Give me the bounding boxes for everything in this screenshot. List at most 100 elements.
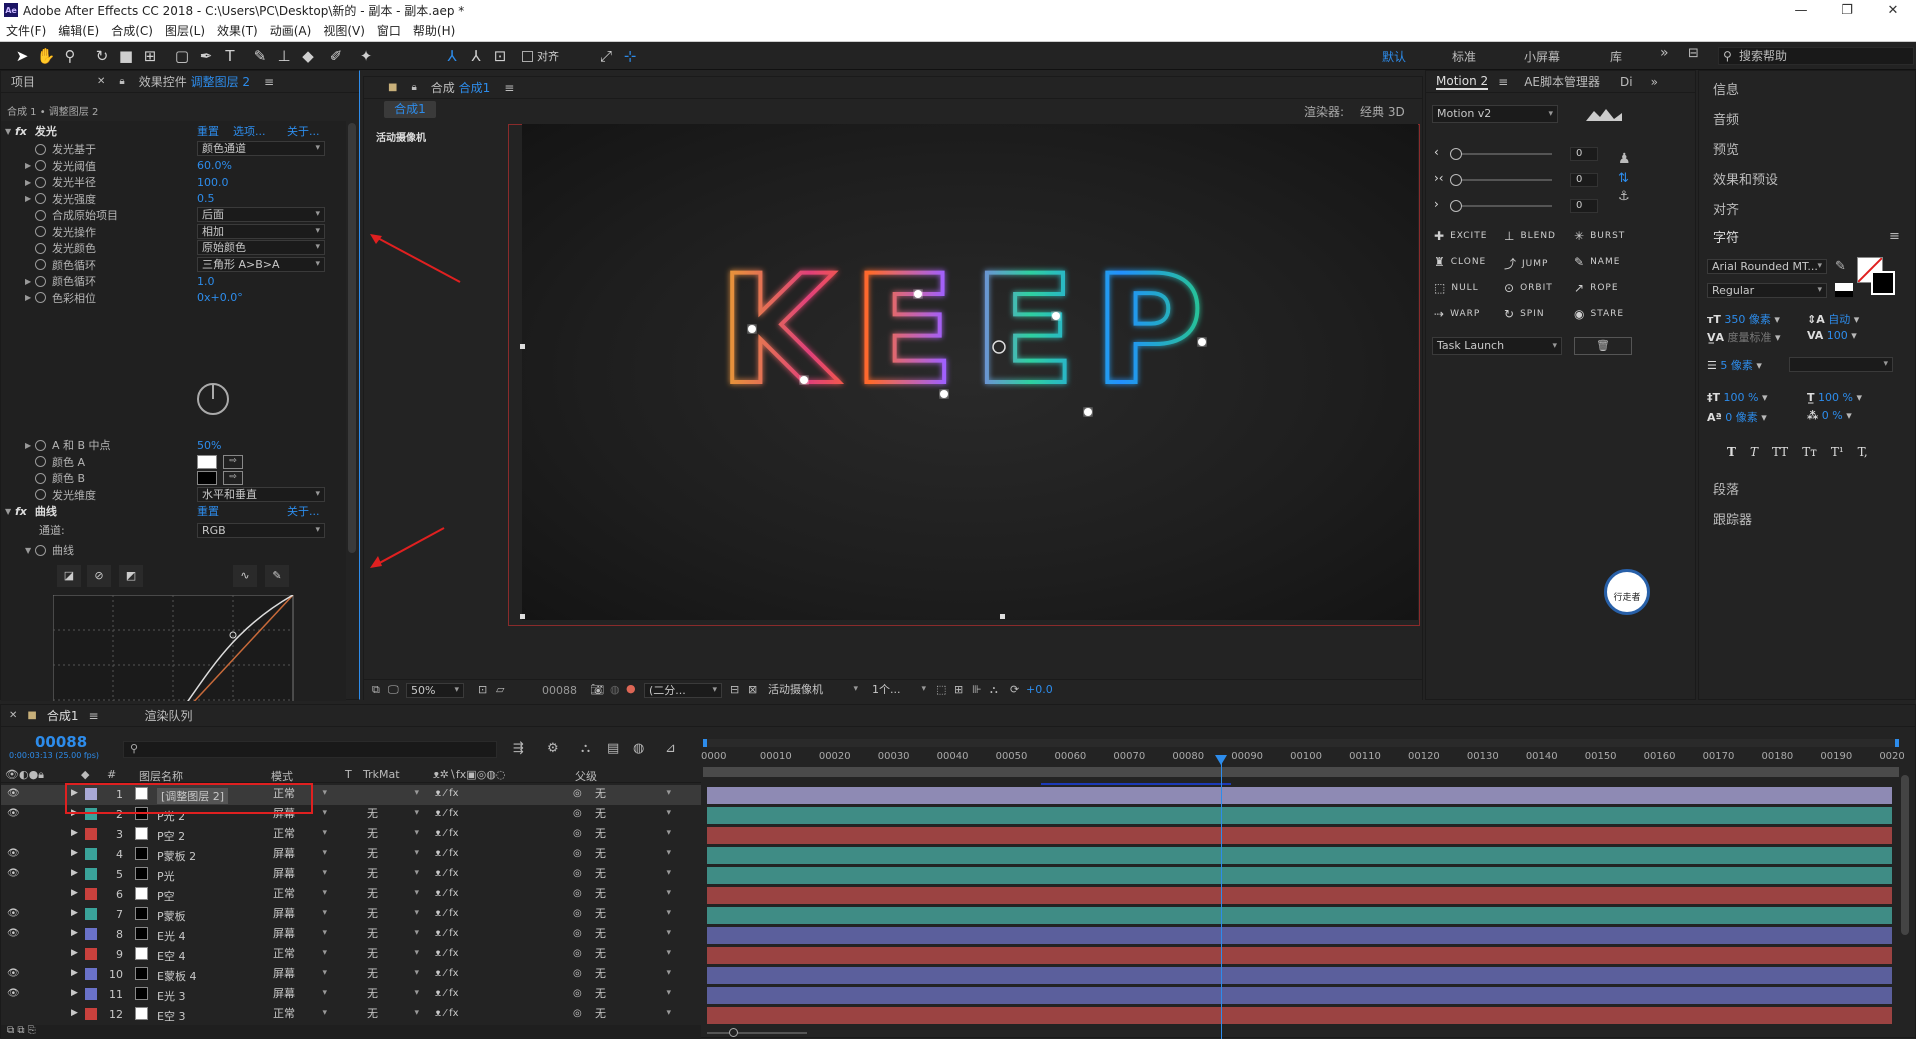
playhead[interactable] — [1215, 755, 1228, 1039]
fx-glow-reset[interactable]: 重置 — [197, 122, 219, 140]
motion-name-button[interactable]: ✎ NAME — [1574, 255, 1620, 269]
tab-effect-controls[interactable]: 效果控件 调整图层 2 — [139, 73, 250, 90]
curve-open-icon[interactable]: ◩ — [119, 565, 143, 587]
layer-duration-bar[interactable] — [707, 1007, 1892, 1024]
motion-blur-icon[interactable]: ◍ — [633, 741, 644, 756]
layer-duration-bar[interactable] — [707, 967, 1892, 984]
eraser-tool-icon[interactable]: ◆ — [298, 46, 318, 66]
stopwatch-icon[interactable] — [35, 209, 46, 221]
lock-icon[interactable]: 🔒︎ — [119, 76, 124, 87]
stopwatch-icon[interactable] — [35, 544, 46, 556]
motion-slider[interactable] — [1456, 153, 1552, 155]
layer-duration-bar[interactable] — [707, 867, 1892, 884]
slider-knob[interactable] — [1450, 148, 1462, 160]
leading-field[interactable]: ⇕A 自动 ▾ — [1807, 311, 1859, 327]
black-white-icon[interactable] — [1835, 283, 1853, 297]
tab-di[interactable]: Di — [1620, 75, 1633, 89]
font-family-select[interactable]: Arial Rounded MT... — [1707, 259, 1827, 274]
stroke-color-swatch[interactable] — [1871, 271, 1895, 295]
workspace-default[interactable]: 默认 — [1382, 48, 1406, 65]
panel-menu-icon[interactable]: ≡ — [264, 75, 274, 89]
horizontal-scale-field[interactable]: T̲ 100 % ▾ — [1807, 391, 1862, 404]
tab-timeline-comp[interactable]: 合成1 — [47, 707, 79, 724]
motion-burst-button[interactable]: ✳ BURST — [1574, 229, 1625, 243]
work-area-bar[interactable] — [703, 739, 1899, 747]
tracker-panel-tab[interactable]: 跟踪器 — [1713, 509, 1752, 528]
stopwatch-icon[interactable] — [35, 176, 46, 188]
stopwatch-icon[interactable] — [35, 226, 46, 237]
show-snapshot-icon[interactable]: ◍ — [610, 683, 620, 696]
anchor-handle-left[interactable] — [520, 344, 525, 349]
camera-tool-icon[interactable]: ■ — [116, 46, 136, 66]
menu-item-4[interactable]: 效果(T) — [211, 22, 264, 39]
slider-value[interactable]: 0 — [1570, 147, 1598, 161]
pin-icon[interactable]: ♟ — [1618, 151, 1631, 167]
tab-ae-script-manager[interactable]: AE脚本管理器 — [1524, 73, 1600, 90]
anchor-icon[interactable]: ⚓︎ — [1618, 189, 1630, 204]
time-ruler[interactable]: 0000 00010 00020 00030 00040 00050 00060 00070 0… — [701, 749, 1905, 767]
expand-arrow-icon[interactable]: ▶ — [25, 441, 35, 450]
search-help-input[interactable]: ⚲ 搜索帮助 — [1718, 47, 1914, 65]
motion-preset-select[interactable]: Motion v2 — [1432, 105, 1558, 123]
viewer-menu-icon[interactable]: ≡ — [504, 81, 514, 95]
tab-motion[interactable]: Motion 2 — [1436, 74, 1489, 90]
motion-slider[interactable] — [1456, 179, 1552, 181]
timeline-icon[interactable]: ⊪ — [972, 683, 982, 696]
curve-channel-icon[interactable]: ◪ — [57, 565, 81, 587]
tab-project[interactable]: 项目 — [11, 73, 35, 90]
effect-prop-select[interactable]: 后面 — [197, 207, 325, 222]
stopwatch-icon[interactable] — [35, 472, 46, 484]
rectangle-tool-icon[interactable]: ▢ — [172, 46, 192, 66]
preview-panel-tab[interactable]: 预览 — [1713, 139, 1739, 158]
stroke-width-field[interactable]: ☰ 5 像素 ▾ — [1707, 357, 1762, 373]
channel-icon[interactable]: ● — [626, 682, 636, 695]
motion-graph-icon[interactable] — [1584, 107, 1624, 123]
snap-option-icon[interactable]: ⤢ — [596, 46, 616, 66]
info-panel-tab[interactable]: 信息 — [1713, 79, 1739, 98]
curve-reset-icon[interactable]: ⊘ — [87, 565, 111, 587]
timeline-close-icon[interactable]: ✕ — [9, 710, 17, 721]
superscript-button[interactable]: T¹ — [1831, 445, 1844, 459]
transparency-grid-icon[interactable]: ⊠ — [748, 683, 757, 696]
effect-prop-row[interactable]: ▶ 发光强度 — [25, 190, 96, 208]
effect-prop-value[interactable]: 50% — [197, 436, 221, 454]
tab-render-queue[interactable]: 渲染队列 — [145, 707, 193, 724]
stroke-order-select[interactable] — [1789, 357, 1893, 372]
paragraph-panel-tab[interactable]: 段落 — [1713, 479, 1739, 498]
color-phase-dial[interactable] — [197, 383, 229, 415]
slider-value[interactable]: 0 — [1570, 199, 1598, 213]
kerning-field[interactable]: V̲A 度量标准 ▾ — [1707, 329, 1781, 345]
zoom-tool-icon[interactable]: ⚲ — [60, 46, 80, 66]
motion-rope-button[interactable]: ↗ ROPE — [1574, 281, 1619, 295]
slider-knob[interactable] — [1450, 174, 1462, 186]
effect-prop-value[interactable]: 0x+0.0° — [197, 289, 243, 307]
menu-item-5[interactable]: 动画(A) — [264, 22, 318, 39]
zoom-select[interactable]: 50% — [406, 683, 464, 698]
motion-slider[interactable] — [1456, 205, 1552, 207]
stopwatch-icon[interactable] — [35, 456, 46, 467]
sync-settings-icon[interactable]: ⊟ — [1688, 46, 1699, 61]
effect-prop-row[interactable]: 颜色 A — [25, 453, 85, 471]
effect-prop-row[interactable]: 合成原始项目 — [25, 206, 118, 224]
eyedropper-icon[interactable]: ✎ — [1835, 259, 1846, 274]
close-tab-icon[interactable]: ✕ — [97, 76, 105, 87]
align-panel-tab[interactable]: 对齐 — [1713, 199, 1739, 218]
maximize-button[interactable]: ❐ — [1824, 0, 1870, 20]
fx-glow-header[interactable]: ▼ fx 发光 — [5, 122, 57, 140]
motion-orbit-button[interactable]: ⊙ ORBIT — [1504, 281, 1553, 295]
layer-duration-bar[interactable] — [707, 887, 1892, 904]
layer-duration-bar[interactable] — [707, 787, 1892, 804]
menu-item-1[interactable]: 编辑(E) — [52, 22, 105, 39]
menu-item-0[interactable]: 文件(F) — [0, 22, 52, 39]
effect-prop-row[interactable]: ▶ 发光阈值 — [25, 157, 96, 175]
color-a-swatch[interactable] — [197, 454, 217, 469]
effect-prop-select[interactable]: 三角形 A>B>A — [197, 256, 325, 272]
all-caps-button[interactable]: TT — [1772, 445, 1788, 459]
selection-tool-icon[interactable]: ➤ — [12, 46, 32, 66]
eyedropper-icon[interactable]: ⇨ — [223, 471, 243, 485]
exposure-value[interactable]: +0.0 — [1026, 683, 1053, 696]
character-menu-icon[interactable]: ≡ — [1889, 229, 1900, 244]
safe-margins-icon[interactable]: ⊡ — [478, 683, 487, 696]
effects-presets-panel-tab[interactable]: 效果和预设 — [1713, 169, 1778, 188]
menu-item-3[interactable]: 图层(L) — [159, 22, 211, 39]
